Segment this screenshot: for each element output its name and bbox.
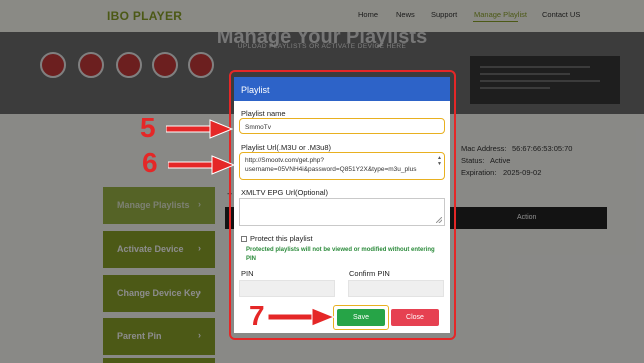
step-7-arrow-icon <box>268 307 336 327</box>
step-number-5: 5 <box>140 112 156 143</box>
step-number-7: 7 <box>249 300 265 331</box>
playlist-url-line2: username=05VNH4i&password=Q851Y2X&type=m… <box>245 166 417 173</box>
playlist-url-input[interactable]: http://Smootv.com/get.php? username=05VN… <box>239 152 445 180</box>
protect-playlist-checkbox[interactable] <box>241 236 247 242</box>
dialog-title: Playlist <box>241 85 270 95</box>
step-6-arrow-icon <box>168 155 236 175</box>
scroll-arrows-icon[interactable]: ▲ ▼ <box>437 155 442 167</box>
pin-label: PIN <box>241 269 254 278</box>
epg-url-label: XMLTV EPG Url(Optional) <box>241 188 328 197</box>
close-button[interactable]: Close <box>391 309 439 326</box>
epg-url-input[interactable] <box>239 198 445 226</box>
dialog-header: Playlist <box>234 77 450 101</box>
resize-grip-icon[interactable] <box>436 217 442 223</box>
playlist-name-label: Playlist name <box>241 109 286 118</box>
playlist-url-line1: http://Smootv.com/get.php? <box>245 157 325 164</box>
protect-note: Protected playlists will not be viewed o… <box>246 247 435 262</box>
step-5-arrow-icon <box>166 119 234 139</box>
pin-input[interactable] <box>239 280 335 297</box>
step-number-6: 6 <box>142 147 158 178</box>
save-button[interactable]: Save <box>337 309 385 326</box>
playlist-dialog: Playlist Playlist name SmmoTv Playlist U… <box>234 77 450 333</box>
playlist-url-label: Playlist Url(.M3U or .M3u8) <box>241 143 332 152</box>
playlist-name-value: SmmoTv <box>245 124 271 131</box>
protect-playlist-label: Protect this playlist <box>250 234 313 243</box>
confirm-pin-label: Confirm PIN <box>349 269 390 278</box>
confirm-pin-input[interactable] <box>348 280 444 297</box>
playlist-name-input[interactable]: SmmoTv <box>239 118 445 134</box>
